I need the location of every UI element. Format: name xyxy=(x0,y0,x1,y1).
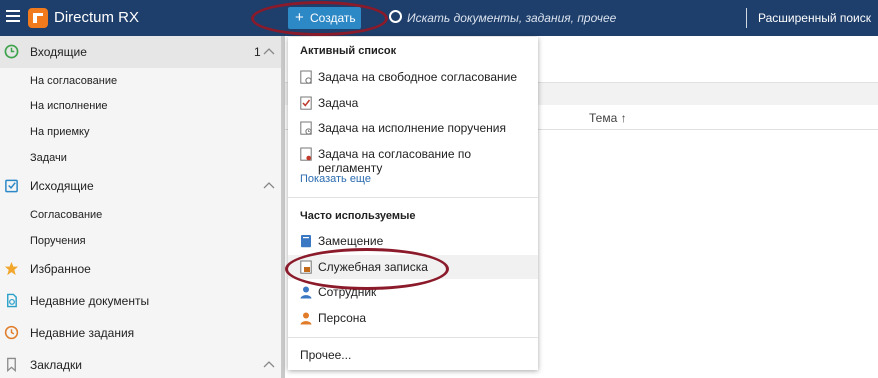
recent-documents-icon xyxy=(7,293,17,308)
sidebar-item-label: Недавние задания xyxy=(30,326,135,340)
divider xyxy=(746,8,747,28)
sidebar-item-label: Входящие xyxy=(30,45,87,59)
menu-item-action-item-task[interactable]: Задача на исполнение поручения xyxy=(288,116,538,140)
memo-icon xyxy=(300,260,312,274)
menu-item-substitution[interactable]: Замещение xyxy=(288,229,538,253)
menu-item-label: Персона xyxy=(318,311,367,325)
sidebar-subitem-for-execution[interactable]: На исполнение xyxy=(30,100,108,112)
sidebar-item-label: Закладки xyxy=(30,358,82,372)
menu-item-task[interactable]: Задача xyxy=(288,91,538,115)
other-menu-item[interactable]: Прочее... xyxy=(300,348,351,362)
sidebar-subitem-tasks[interactable]: Задачи xyxy=(30,152,67,164)
menu-divider xyxy=(288,337,538,338)
create-button[interactable]: + Создать xyxy=(288,7,361,29)
menu-item-memo[interactable]: Служебная записка xyxy=(288,255,538,279)
sidebar-item-recent-tasks[interactable]: Недавние задания xyxy=(0,317,281,349)
person-icon xyxy=(300,312,312,325)
unread-count-badge: 1 xyxy=(254,45,261,59)
app-logo-icon xyxy=(28,8,48,28)
menu-item-label: Служебная записка xyxy=(318,260,428,274)
checklist-icon xyxy=(5,179,18,193)
sidebar-item-label: Недавние документы xyxy=(30,294,150,308)
sidebar-subitem-action-items[interactable]: Поручения xyxy=(30,235,86,247)
menu-item-label: Сотрудник xyxy=(318,285,377,299)
menu-item-person[interactable]: Персона xyxy=(288,306,538,330)
task-icon xyxy=(300,96,312,110)
search-icon xyxy=(389,10,402,23)
plus-icon: + xyxy=(295,9,304,26)
sidebar-subitem-approval[interactable]: Согласование xyxy=(30,209,102,221)
chevron-up-icon[interactable] xyxy=(263,46,275,56)
action-item-task-icon xyxy=(300,121,312,135)
sidebar-item-recent-documents[interactable]: Недавние документы xyxy=(0,285,281,317)
menu-item-label: Задача на свободное согласование xyxy=(318,70,518,84)
employee-icon xyxy=(300,286,312,299)
create-button-label: Создать xyxy=(310,11,356,25)
frequently-used-heading: Часто используемые xyxy=(300,210,416,222)
sidebar-item-bookmarks[interactable]: Закладки xyxy=(0,349,281,378)
sidebar-item-label: Исходящие xyxy=(30,179,94,193)
sidebar-item-outgoing[interactable]: Исходящие xyxy=(0,170,281,202)
active-list-heading: Активный список xyxy=(300,45,397,57)
menu-item-label: Задача на исполнение поручения xyxy=(318,121,506,135)
clock-icon xyxy=(4,44,19,59)
menu-item-label: Задача xyxy=(318,96,359,110)
sidebar-item-label: Избранное xyxy=(30,262,91,276)
star-icon xyxy=(4,261,19,276)
app-title: Directum RX xyxy=(54,9,140,26)
advanced-search-link[interactable]: Расширенный поиск xyxy=(758,11,871,25)
menu-divider xyxy=(288,197,538,198)
sidebar-subitem-for-acceptance[interactable]: На приемку xyxy=(30,126,89,138)
menu-icon[interactable] xyxy=(6,10,20,24)
menu-item-label: Задача на согласование по регламенту xyxy=(318,147,472,175)
sidebar-item-incoming[interactable]: Входящие 1 xyxy=(0,36,281,68)
sidebar-item-favorites[interactable]: Избранное xyxy=(0,253,281,285)
chevron-up-icon[interactable] xyxy=(263,359,275,369)
top-bar: Directum RX + Создать Расширенный поиск xyxy=(0,0,878,36)
sidebar-subitem-for-approval[interactable]: На согласование xyxy=(30,75,117,87)
menu-item-employee[interactable]: Сотрудник xyxy=(288,280,538,304)
approval-task-icon xyxy=(300,70,312,84)
create-menu: Активный список Задача на свободное согл… xyxy=(288,37,538,370)
regulation-approval-task-icon xyxy=(300,147,312,161)
menu-item-label: Замещение xyxy=(318,234,384,248)
search-input[interactable] xyxy=(407,8,727,28)
menu-item-free-approval-task[interactable]: Задача на свободное согласование xyxy=(288,65,538,89)
column-header-subject[interactable]: Тема ↑ xyxy=(589,111,627,125)
chevron-up-icon[interactable] xyxy=(263,180,275,190)
menu-item-regulation-approval-task[interactable]: Задача на согласование по регламенту xyxy=(288,142,538,175)
recent-tasks-icon xyxy=(4,325,19,340)
bookmark-icon xyxy=(7,357,16,372)
show-more-link[interactable]: Показать еще xyxy=(300,173,371,185)
substitution-icon xyxy=(301,235,311,248)
